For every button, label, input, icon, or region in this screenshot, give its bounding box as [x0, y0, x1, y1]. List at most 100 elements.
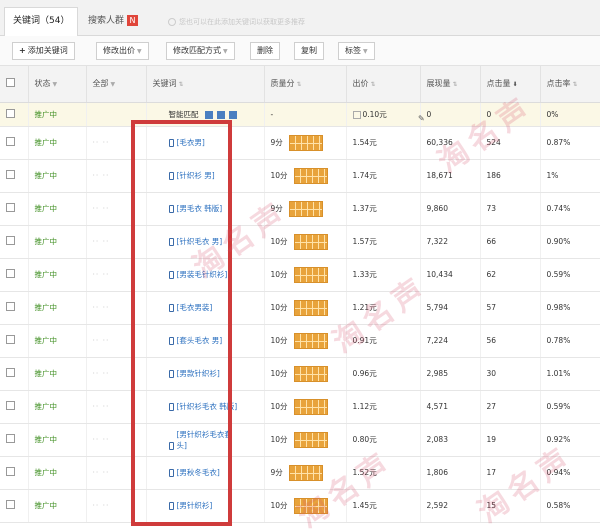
status-cell: 推广中: [28, 357, 87, 391]
col-clicks[interactable]: 点击量 ⬇: [480, 66, 541, 103]
col-keyword-label: 关键词: [152, 79, 177, 89]
keyword-cell: [男针织衫]: [146, 489, 265, 523]
clicks-cell: 15: [480, 489, 541, 523]
keyword-link[interactable]: [针织衫 男]: [177, 170, 215, 181]
bid-cell[interactable]: 1.21元: [346, 291, 421, 325]
col-bid[interactable]: 出价 ⇅: [346, 66, 421, 103]
all-cell: ·· ··: [86, 489, 147, 523]
row-checkbox[interactable]: [6, 137, 15, 146]
keyword-link[interactable]: [男款针织衫]: [177, 368, 220, 379]
row-checkbox[interactable]: [6, 203, 15, 212]
bid-cell[interactable]: 1.37元: [346, 192, 421, 226]
bid-cell[interactable]: 0.91元: [346, 324, 421, 358]
row-checkbox[interactable]: [6, 467, 15, 476]
row-checkbox[interactable]: [6, 108, 15, 118]
tab-keywords[interactable]: 关键词（54）: [4, 7, 79, 37]
row-checkbox[interactable]: [6, 434, 15, 443]
quality-cell: 10分: [264, 357, 347, 391]
smart-match-row: 推广中 智能匹配 - 0.10元 0 0 0%: [0, 102, 600, 127]
settings-icon[interactable]: [228, 110, 237, 119]
keyword-link[interactable]: [男针织衫]: [177, 500, 213, 511]
bid-cell[interactable]: 1.45元: [346, 489, 421, 523]
row-checkbox[interactable]: [6, 368, 15, 377]
ctr-cell: 0.90%: [540, 225, 600, 259]
bid-value: 0.10元: [362, 109, 387, 119]
bid-cell[interactable]: 0.96元: [346, 357, 421, 391]
tag-button[interactable]: 标签 ▼: [338, 42, 375, 60]
quality-score: 9分: [270, 467, 283, 477]
quality-score: 9分: [270, 203, 283, 213]
table-header: 状态 ▼ 全部 ▼ 关键词 ⇅ 质量分 ⇅ 出价 ⇅ 展现量 ⇅ 点击量 ⬇ 点击率 ⇅: [0, 66, 600, 103]
all-cell: ·· ··: [86, 291, 147, 325]
col-ctr[interactable]: 点击率 ⇅: [540, 66, 600, 103]
keyword-link[interactable]: [套头毛衣 男]: [177, 335, 223, 346]
status-cell: 推广中: [28, 489, 87, 523]
placeholder-dots: ·· ··: [92, 171, 110, 180]
row-checkbox[interactable]: [6, 302, 15, 311]
select-all-checkbox[interactable]: [6, 78, 15, 88]
row-checkbox[interactable]: [6, 401, 15, 410]
quality-cell: 10分: [264, 291, 347, 325]
mobile-icon: [168, 172, 174, 180]
add-keyword-button[interactable]: + 添加关键词: [12, 42, 75, 60]
bid-cell[interactable]: 0.10元: [346, 102, 421, 127]
row-select-cell: [0, 456, 29, 490]
keyword-link[interactable]: [男毛衣 韩版]: [177, 203, 223, 214]
clicks-cell: 62: [480, 258, 541, 292]
row-checkbox[interactable]: [6, 269, 15, 278]
quality-bar: [293, 299, 328, 316]
keyword-link[interactable]: [毛衣男装]: [177, 302, 213, 313]
edit-match-label: 修改匹配方式: [173, 46, 221, 55]
quality-cell: 10分: [264, 159, 347, 193]
edit-pencil-icon[interactable]: ✎: [418, 114, 425, 123]
clicks-cell: 27: [480, 390, 541, 424]
bid-cell[interactable]: 1.57元: [346, 225, 421, 259]
clicks-cell: 19: [480, 423, 541, 457]
bid-cell[interactable]: 0.80元: [346, 423, 421, 457]
keyword-link[interactable]: [男装毛针织衫]: [177, 269, 228, 280]
all-cell: ·· ··: [86, 456, 147, 490]
mobile-icon: [168, 139, 174, 147]
mobile-icon: [168, 370, 174, 378]
status-cell: 推广中: [28, 423, 87, 457]
keyword-cell: [男针织衫毛衣套头]: [146, 423, 265, 457]
keyword-link[interactable]: [针织衫毛衣 韩版]: [177, 401, 238, 412]
keyword-cell: [针织衫 男]: [146, 159, 265, 193]
keyword-table: 状态 ▼ 全部 ▼ 关键词 ⇅ 质量分 ⇅ 出价 ⇅ 展现量 ⇅ 点击量 ⬇ 点击率 ⇅ 推广中…: [0, 66, 600, 523]
col-all[interactable]: 全部 ▼: [86, 66, 147, 103]
bid-cell[interactable]: 1.74元: [346, 159, 421, 193]
keyword-link[interactable]: [毛衣男]: [177, 137, 205, 148]
col-status[interactable]: 状态 ▼: [28, 66, 87, 103]
row-checkbox[interactable]: [6, 236, 15, 245]
quality-score: 10分: [270, 170, 288, 180]
copy-button[interactable]: 复制: [294, 42, 324, 60]
all-cell: ·· ··: [86, 357, 147, 391]
row-checkbox[interactable]: [6, 335, 15, 344]
row-select-cell: [0, 192, 29, 226]
tab-audience[interactable]: 搜索人群 N: [80, 8, 146, 36]
col-keyword[interactable]: 关键词 ⇅: [146, 66, 265, 103]
placeholder-dots: ·· ··: [92, 270, 110, 279]
status-cell: 推广中: [28, 192, 87, 226]
row-checkbox[interactable]: [6, 500, 15, 509]
placeholder-dots: ·· ··: [92, 303, 110, 312]
edit-match-button[interactable]: 修改匹配方式 ▼: [166, 42, 235, 60]
bid-cell[interactable]: 1.52元: [346, 456, 421, 490]
bid-cell[interactable]: 1.33元: [346, 258, 421, 292]
col-impressions[interactable]: 展现量 ⇅: [420, 66, 481, 103]
col-quality[interactable]: 质量分 ⇅: [264, 66, 347, 103]
sort-icon: ⇅: [572, 81, 578, 89]
edit-bid-button[interactable]: 修改出价 ▼: [96, 42, 149, 60]
keyword-link[interactable]: [男针织衫毛衣套头]: [177, 429, 239, 451]
status-cell: 推广中: [28, 258, 87, 292]
chevron-down-icon: ▼: [52, 81, 58, 89]
bid-cell[interactable]: 1.54元: [346, 126, 421, 160]
mobile-icon[interactable]: [204, 110, 213, 119]
chart-icon[interactable]: [216, 110, 225, 119]
quality-cell: -: [264, 102, 347, 127]
delete-button[interactable]: 删除: [250, 42, 280, 60]
keyword-link[interactable]: [男秋冬毛衣]: [177, 467, 220, 478]
keyword-link[interactable]: [针织毛衣 男]: [177, 236, 223, 247]
row-checkbox[interactable]: [6, 170, 15, 179]
bid-cell[interactable]: 1.12元: [346, 390, 421, 424]
